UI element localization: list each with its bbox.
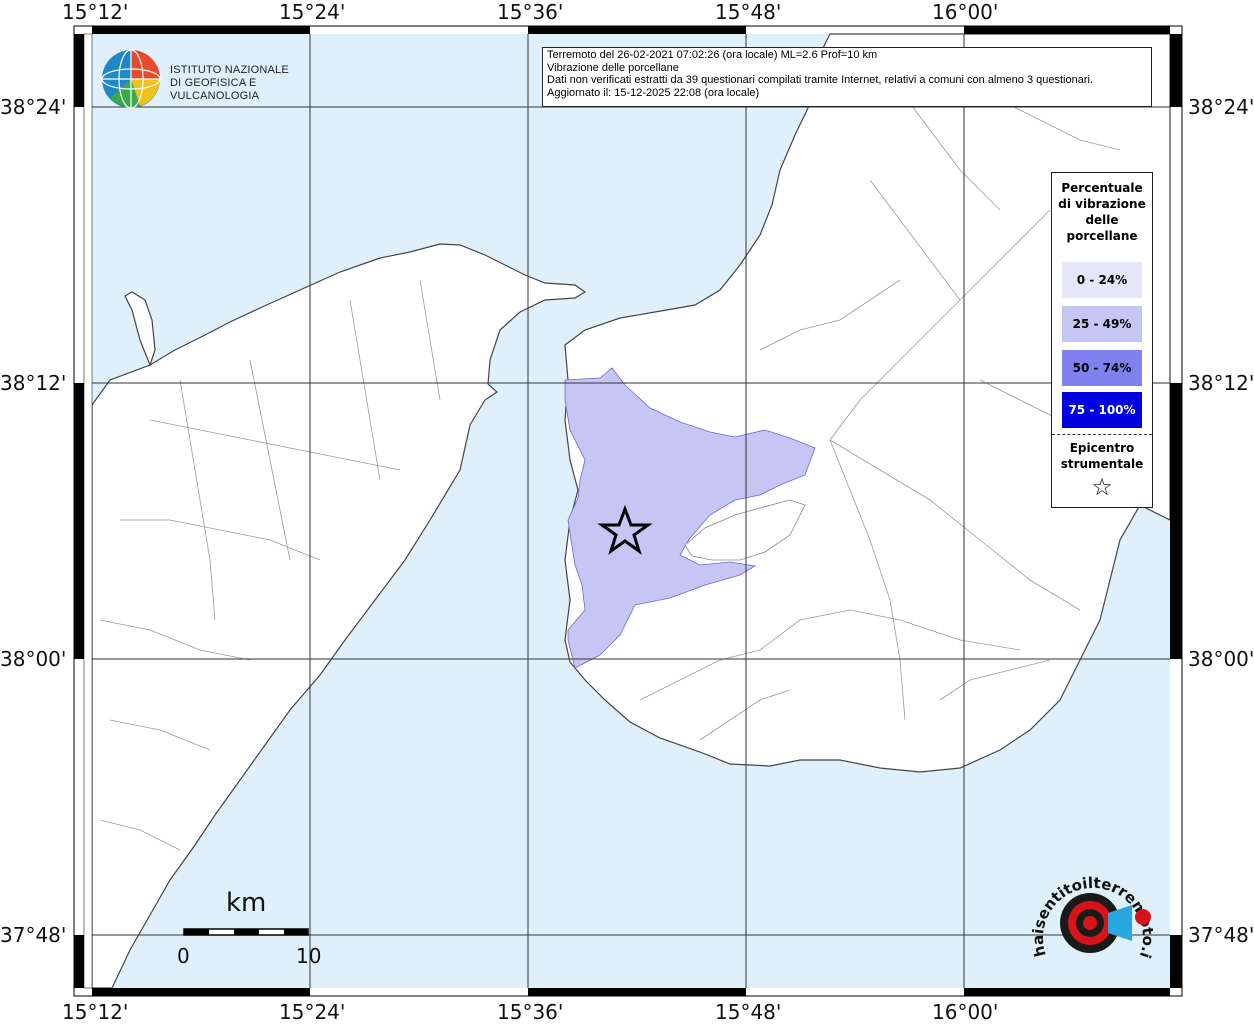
legend-star-icon: ☆ <box>1091 473 1113 501</box>
lat-label-left-3: 38°00' <box>0 647 67 671</box>
legend-epicenter-line: strumentale <box>1060 457 1144 471</box>
lat-label-right-3: 38°00' <box>1188 647 1254 671</box>
legend-item-25-49: 25 - 49% <box>1062 306 1142 342</box>
hst-logo: haisentitoilterremoto.it <box>1024 841 1158 985</box>
event-title: Terremoto del 26-02-2021 07:02:26 (ora l… <box>547 49 878 61</box>
scale-start: 0 <box>177 944 190 968</box>
lon-label-top-1: 15°12' <box>62 0 129 24</box>
legend-epicenter-label: Epicentro strumentale <box>1052 440 1152 472</box>
lon-label-top-4: 15°48' <box>715 0 782 24</box>
event-data-note: Dati non verificati estratti da 39 quest… <box>547 74 1093 86</box>
earthquake-target-icon: haisentitoilterremoto.it <box>1024 841 1157 961</box>
lon-label-bottom-2: 15°24' <box>279 1000 346 1024</box>
lat-label-right-2: 38°12' <box>1188 371 1254 395</box>
ingv-logo: ISTITUTO NAZIONALE DI GEOFISICA E VULCAN… <box>100 48 320 112</box>
scale-bar-graphic <box>183 928 309 936</box>
lon-label-bottom-5: 16°00' <box>932 1000 999 1024</box>
lat-label-left-2: 38°12' <box>0 371 67 395</box>
scale-end: 10 <box>296 944 322 968</box>
event-updated: Aggiornato il: 15-12-2025 22:08 (ora loc… <box>547 86 760 99</box>
event-parameter: Vibrazione delle porcellane <box>547 61 679 74</box>
lon-label-top-5: 16°00' <box>932 0 999 24</box>
legend-item-75-100: 75 - 100% <box>1062 392 1142 428</box>
legend-item-50-74: 50 - 74% <box>1062 350 1142 386</box>
legend-title-line: di vibrazione <box>1058 197 1146 211</box>
lat-label-left-4: 37°48' <box>0 923 67 947</box>
legend-epicenter-line: Epicentro <box>1069 441 1135 455</box>
lon-label-bottom-3: 15°36' <box>497 1000 564 1024</box>
legend-divider <box>1052 434 1152 435</box>
ingv-globe-icon <box>101 49 161 109</box>
event-info-box: Terremoto del 26-02-2021 07:02:26 (ora l… <box>542 47 1152 107</box>
lon-label-bottom-1: 15°12' <box>62 1000 129 1024</box>
legend-title-line: Percentuale <box>1061 181 1143 195</box>
lon-label-top-2: 15°24' <box>279 0 346 24</box>
ingv-line-1: ISTITUTO NAZIONALE <box>170 64 289 76</box>
legend-title-line: porcellane <box>1066 229 1138 243</box>
lat-label-right-4: 37°48' <box>1188 923 1254 947</box>
lat-label-left-1: 38°24' <box>0 95 67 119</box>
lon-label-top-3: 15°36' <box>497 0 564 24</box>
lon-label-bottom-4: 15°48' <box>715 1000 782 1024</box>
legend-panel: Percentuale di vibrazione delle porcella… <box>1051 172 1153 508</box>
legend-title: Percentuale di vibrazione delle porcella… <box>1052 180 1152 244</box>
legend-item-0-24: 0 - 24% <box>1062 262 1142 298</box>
ingv-line-2: DI GEOFISICA E VULCANOLOGIA <box>170 77 260 102</box>
lat-label-right-1: 38°24' <box>1188 95 1254 119</box>
scale-unit: km <box>226 888 267 918</box>
legend-title-line: delle <box>1085 213 1119 227</box>
